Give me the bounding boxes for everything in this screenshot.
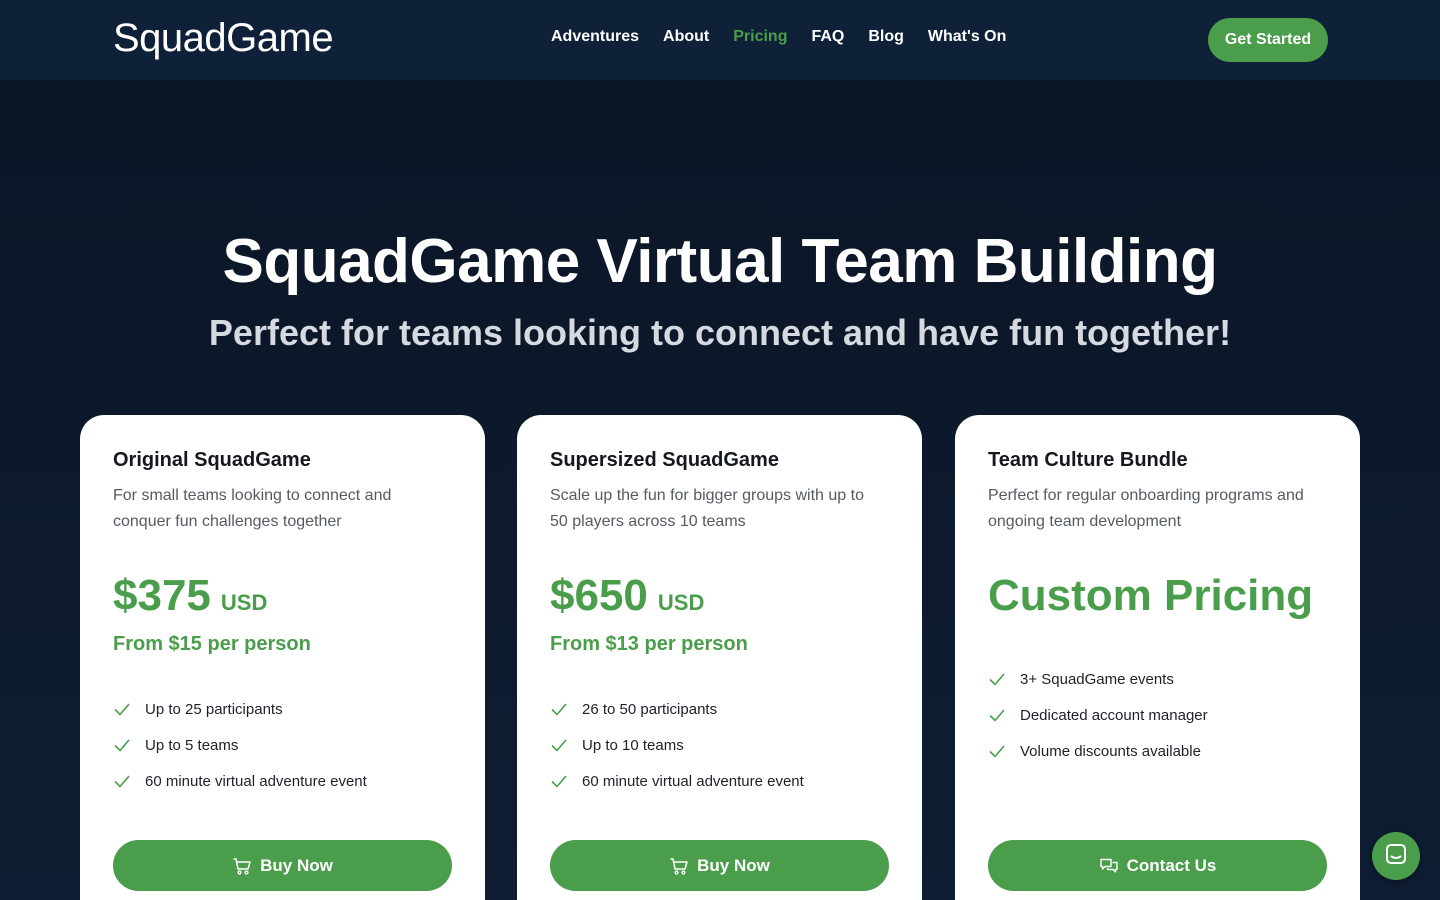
plan-title: Supersized SquadGame [550,449,779,471]
plan-price: $375 [113,571,211,620]
feature-text: 3+ SquadGame events [1020,670,1174,688]
feature-item: Up to 10 teams [550,727,804,763]
feature-text: Up to 5 teams [145,736,239,754]
pricing-card-original: Original SquadGame For small teams looki… [80,415,485,900]
feature-item: 26 to 50 participants [550,691,804,727]
check-icon [988,706,1006,724]
cart-icon [669,856,689,876]
pricing-card-team-culture: Team Culture Bundle Perfect for regular … [955,415,1360,900]
plan-per-person: From $13 per person [550,633,748,655]
plan-description: Perfect for regular onboarding programs … [988,487,1304,530]
plan-price: $650 [550,571,648,620]
feature-item: Volume discounts available [988,733,1208,769]
feature-text: Dedicated account manager [1020,706,1208,724]
plan-price-row: $375 USD [113,571,267,621]
feature-text: 26 to 50 participants [582,700,718,718]
check-icon [988,742,1006,760]
pricing-card-supersized: Supersized SquadGame Scale up the fun fo… [517,415,922,900]
nav-link-pricing[interactable]: Pricing [733,28,787,46]
feature-item: Dedicated account manager [988,697,1208,733]
plan-price-row: $650 USD [550,571,704,621]
plan-currency: USD [657,590,705,615]
check-icon [550,700,568,718]
check-icon [113,700,131,718]
nav-link-about[interactable]: About [663,28,709,46]
feature-text: Up to 25 participants [145,700,283,718]
nav-link-adventures[interactable]: Adventures [551,28,639,46]
top-navigation: SquadGame Adventures About Pricing FAQ B… [0,0,1440,80]
plan-description: Scale up the fun for bigger groups with … [550,487,864,530]
check-icon [988,670,1006,688]
buy-now-button[interactable]: Buy Now [113,840,452,891]
plan-description: For small teams looking to connect and c… [113,487,392,530]
feature-text: Up to 10 teams [582,736,684,754]
feature-text: Volume discounts available [1020,742,1201,760]
cart-icon [232,856,252,876]
buy-now-label: Buy Now [697,855,770,875]
page-subtitle: Perfect for teams looking to connect and… [208,312,1232,353]
feature-item: 60 minute virtual adventure event [550,763,804,799]
chat-icon [1384,842,1408,871]
feature-item: 3+ SquadGame events [988,661,1208,697]
buy-now-button[interactable]: Buy Now [550,840,889,891]
feature-list: 26 to 50 participants Up to 10 teams 60 … [550,691,804,799]
plan-custom-price: Custom Pricing [988,571,1314,620]
chat-launcher-button[interactable] [1372,832,1420,880]
check-icon [113,772,131,790]
feature-item: 60 minute virtual adventure event [113,763,367,799]
feature-text: 60 minute virtual adventure event [145,772,367,790]
plan-title: Original SquadGame [113,449,311,471]
plan-currency: USD [220,590,268,615]
nav-link-faq[interactable]: FAQ [811,28,844,46]
plan-title: Team Culture Bundle [988,449,1188,471]
buy-now-label: Buy Now [260,855,333,875]
feature-text: 60 minute virtual adventure event [582,772,804,790]
check-icon [550,736,568,754]
logo[interactable]: SquadGame [113,16,334,61]
nav-link-whats-on[interactable]: What's On [928,28,1006,46]
feature-list: 3+ SquadGame events Dedicated account ma… [988,661,1208,769]
check-icon [113,736,131,754]
get-started-button[interactable]: Get Started [1208,18,1328,62]
check-icon [550,772,568,790]
contact-us-button[interactable]: Contact Us [988,840,1327,891]
feature-item: Up to 5 teams [113,727,367,763]
page-title: SquadGame Virtual Team Building [222,227,1218,296]
feature-list: Up to 25 participants Up to 5 teams 60 m… [113,691,367,799]
plan-per-person: From $15 per person [113,633,311,655]
nav-links: Adventures About Pricing FAQ Blog What's… [551,28,1006,46]
nav-link-blog[interactable]: Blog [868,28,904,46]
contact-us-label: Contact Us [1126,855,1217,875]
chat-bubbles-icon [1099,856,1119,876]
feature-item: Up to 25 participants [113,691,367,727]
